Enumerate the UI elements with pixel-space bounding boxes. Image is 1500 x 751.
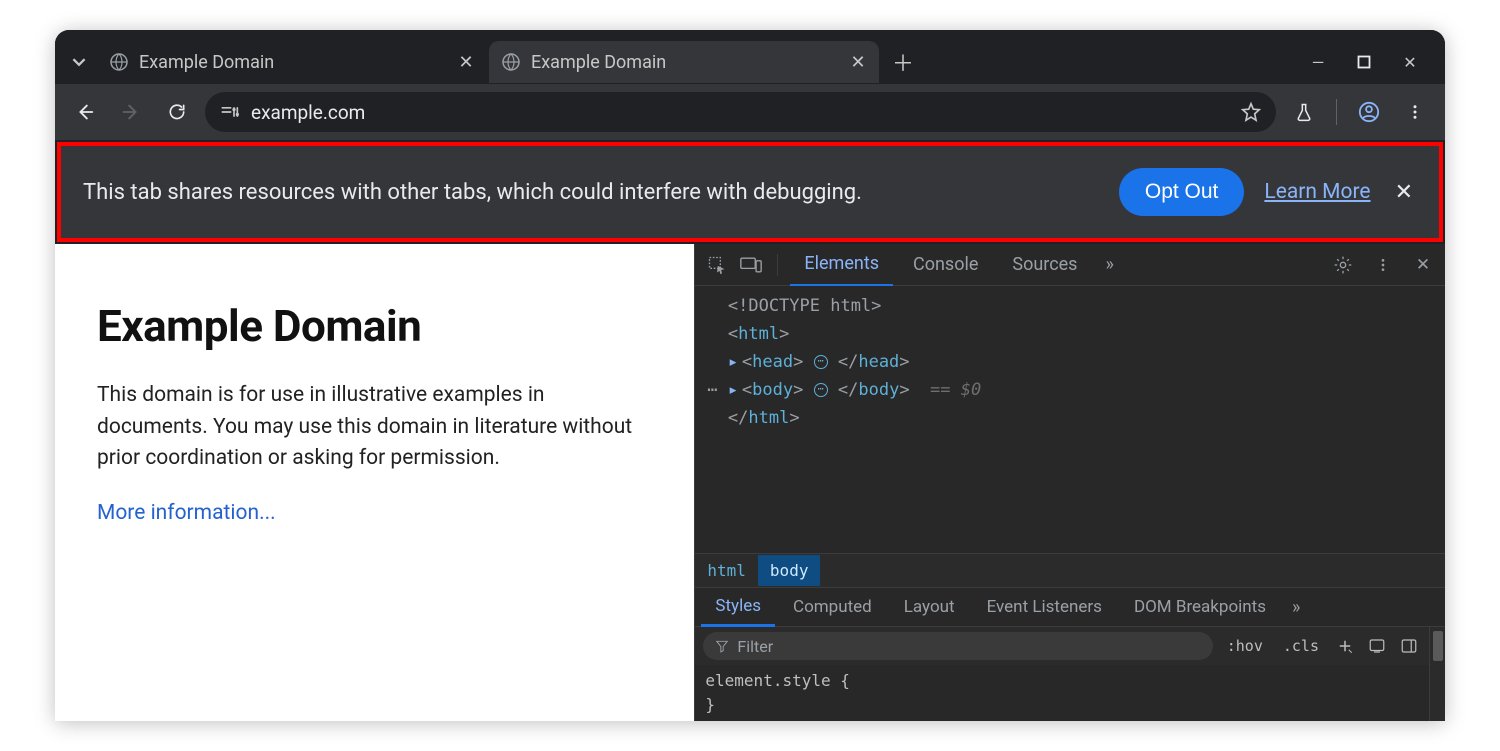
devtools-tab-elements[interactable]: Elements bbox=[790, 243, 893, 287]
dom-html-close[interactable]: </html> bbox=[707, 404, 1433, 432]
site-settings-icon[interactable] bbox=[219, 104, 239, 120]
toggle-sidebar-icon[interactable] bbox=[1397, 637, 1421, 655]
chevron-down-icon bbox=[72, 55, 86, 69]
device-toolbar-icon[interactable] bbox=[737, 251, 765, 279]
profile-button[interactable] bbox=[1351, 94, 1387, 130]
new-style-rule-icon[interactable] bbox=[1333, 637, 1357, 655]
url-text: example.com bbox=[251, 101, 365, 124]
bookmark-star-icon[interactable] bbox=[1240, 101, 1262, 123]
tab-search-dropdown[interactable] bbox=[63, 46, 95, 78]
dom-head[interactable]: ▸<head> ⋯ </head> bbox=[707, 348, 1433, 376]
filter-icon bbox=[715, 639, 729, 653]
devtools-subtabs: Styles Computed Layout Event Listeners D… bbox=[695, 587, 1445, 627]
gear-icon[interactable] bbox=[1329, 251, 1357, 279]
tab-close-icon[interactable]: ✕ bbox=[849, 53, 867, 71]
styles-body[interactable]: element.style { } bbox=[695, 665, 1429, 721]
experiments-button[interactable] bbox=[1286, 94, 1322, 130]
toolbar: example.com bbox=[55, 84, 1445, 140]
subtab-event-listeners[interactable]: Event Listeners bbox=[973, 589, 1116, 625]
new-tab-button[interactable]: ＋ bbox=[887, 46, 919, 78]
breadcrumb-html[interactable]: html bbox=[695, 555, 758, 586]
devtools-menu-icon[interactable] bbox=[1369, 251, 1397, 279]
style-rule-close: } bbox=[705, 693, 1419, 717]
infobar-highlight: This tab shares resources with other tab… bbox=[57, 142, 1443, 242]
forward-button[interactable] bbox=[113, 94, 149, 130]
subtab-layout[interactable]: Layout bbox=[890, 589, 969, 625]
tab-inactive[interactable]: Example Domain ✕ bbox=[97, 41, 487, 83]
app-menu-button[interactable] bbox=[1397, 94, 1433, 130]
tab-active[interactable]: Example Domain ✕ bbox=[489, 41, 879, 83]
devtools-tab-sources[interactable]: Sources bbox=[998, 244, 1091, 285]
dom-html-open[interactable]: <html> bbox=[707, 320, 1433, 348]
tab-close-icon[interactable]: ✕ bbox=[457, 53, 475, 71]
style-rule-open: element.style { bbox=[705, 669, 1419, 693]
cls-toggle[interactable]: .cls bbox=[1277, 637, 1325, 655]
dom-tree[interactable]: <!DOCTYPE html> <html> ▸<head> ⋯ </head>… bbox=[695, 286, 1445, 553]
devtools-close-icon[interactable]: ✕ bbox=[1409, 251, 1437, 279]
breadcrumb-body[interactable]: body bbox=[758, 555, 821, 586]
styles-filter-input[interactable]: Filter bbox=[703, 632, 1212, 660]
opt-out-button[interactable]: Opt Out bbox=[1119, 168, 1245, 216]
tab-title: Example Domain bbox=[139, 52, 447, 73]
window-controls: — ✕ bbox=[1309, 53, 1437, 71]
subtab-computed[interactable]: Computed bbox=[779, 589, 886, 625]
devtools-scrollbar[interactable] bbox=[1429, 627, 1445, 721]
page-heading: Example Domain bbox=[97, 300, 652, 352]
maximize-button[interactable] bbox=[1355, 53, 1373, 71]
infobar-close-icon[interactable]: ✕ bbox=[1391, 180, 1417, 205]
dom-doctype[interactable]: <!DOCTYPE html> bbox=[707, 292, 1433, 320]
subtab-dom-breakpoints[interactable]: DOM Breakpoints bbox=[1120, 589, 1280, 625]
styles-toolbar: Filter :hov .cls bbox=[695, 627, 1429, 665]
filter-placeholder: Filter bbox=[737, 637, 773, 656]
hov-toggle[interactable]: :hov bbox=[1221, 637, 1269, 655]
browser-window: Example Domain ✕ Example Domain ✕ ＋ — ✕ bbox=[55, 30, 1445, 721]
devtools-panel: Elements Console Sources » ✕ <!DOCTYPE h… bbox=[694, 244, 1445, 721]
learn-more-link[interactable]: Learn More bbox=[1264, 180, 1370, 204]
close-window-button[interactable]: ✕ bbox=[1401, 53, 1419, 71]
infobar-message: This tab shares resources with other tab… bbox=[83, 180, 862, 205]
minimize-button[interactable]: — bbox=[1309, 53, 1327, 71]
computed-styles-icon[interactable] bbox=[1365, 637, 1389, 655]
page-paragraph: This domain is for use in illustrative e… bbox=[97, 380, 652, 475]
inspect-element-icon[interactable] bbox=[703, 251, 731, 279]
page-content: Example Domain This domain is for use in… bbox=[55, 244, 694, 721]
tab-title: Example Domain bbox=[531, 52, 839, 73]
subtab-styles[interactable]: Styles bbox=[701, 588, 775, 627]
more-information-link[interactable]: More information... bbox=[97, 501, 276, 525]
dom-body[interactable]: ⋯ ▸<body> ⋯ </body> == $0 bbox=[707, 376, 1433, 404]
devtools-tabs-overflow[interactable]: » bbox=[1097, 254, 1121, 275]
devtools-tab-console[interactable]: Console bbox=[899, 244, 992, 285]
reload-button[interactable] bbox=[159, 94, 195, 130]
content-area: Example Domain This domain is for use in… bbox=[55, 244, 1445, 721]
subtabs-overflow[interactable]: » bbox=[1284, 597, 1308, 618]
separator bbox=[1336, 99, 1337, 125]
infobar: This tab shares resources with other tab… bbox=[61, 146, 1439, 238]
devtools-toolbar: Elements Console Sources » ✕ bbox=[695, 244, 1445, 286]
tab-strip: Example Domain ✕ Example Domain ✕ ＋ — ✕ bbox=[55, 30, 1445, 84]
globe-icon bbox=[109, 52, 129, 72]
back-button[interactable] bbox=[67, 94, 103, 130]
dom-breadcrumb: html body bbox=[695, 553, 1445, 587]
globe-icon bbox=[501, 52, 521, 72]
address-bar[interactable]: example.com bbox=[205, 92, 1276, 132]
